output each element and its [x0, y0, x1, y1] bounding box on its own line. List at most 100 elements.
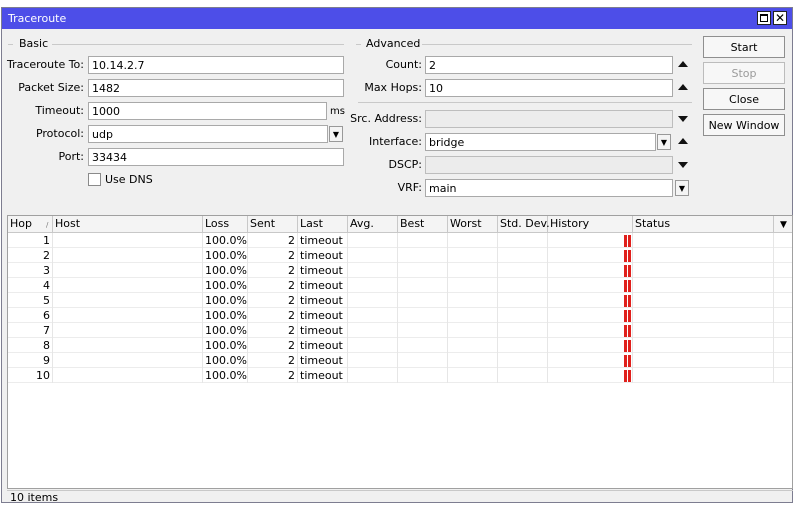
cell-history: [548, 368, 633, 383]
start-button[interactable]: Start: [703, 36, 785, 58]
stop-button[interactable]: Stop: [703, 62, 785, 84]
table-row[interactable]: 3 100.0% 2 timeout: [8, 263, 792, 278]
column-header-label: Status: [635, 217, 671, 230]
column-header-label: Host: [55, 217, 81, 230]
vrf-select[interactable]: main: [425, 179, 673, 197]
cell-hop: 3: [8, 263, 53, 278]
max-hops-collapse-icon[interactable]: [678, 84, 688, 90]
column-header-worst[interactable]: Worst: [448, 216, 498, 232]
dropdown-arrow-icon: ▼: [678, 183, 686, 193]
table-row[interactable]: 2 100.0% 2 timeout: [8, 248, 792, 263]
dscp-label: DSCP:: [388, 158, 422, 171]
basic-heading: Basic: [19, 37, 49, 50]
dscp-expand-icon[interactable]: [678, 162, 688, 168]
basic-divider-right: [52, 44, 344, 45]
cell-last: timeout: [298, 263, 348, 278]
cell-loss: 100.0%: [205, 278, 248, 293]
cell-best: [398, 368, 448, 383]
table-row[interactable]: 4 100.0% 2 timeout: [8, 278, 792, 293]
close-button[interactable]: Close: [703, 88, 785, 110]
table-row[interactable]: 9 100.0% 2 timeout: [8, 353, 792, 368]
cell-last: timeout: [298, 338, 348, 353]
cell-history: [548, 263, 633, 278]
table-row[interactable]: 10 100.0% 2 timeout: [8, 368, 792, 383]
advanced-separator: [358, 102, 692, 103]
column-header-avg[interactable]: Avg.: [348, 216, 398, 232]
cell-loss: 100.0%: [205, 293, 248, 308]
advanced-divider-left: [356, 44, 361, 45]
column-header-label: Std. Dev.: [500, 217, 550, 230]
column-header-history[interactable]: History: [548, 216, 633, 232]
column-menu-icon: ▼: [780, 220, 787, 230]
column-header-last[interactable]: Last: [298, 216, 348, 232]
src-address-input[interactable]: [425, 110, 673, 128]
cell-host: [53, 338, 203, 353]
column-header-hop[interactable]: Hop /: [8, 216, 53, 232]
count-input[interactable]: 2: [425, 56, 673, 74]
column-header-loss[interactable]: Loss: [203, 216, 248, 232]
protocol-select[interactable]: udp: [88, 125, 328, 143]
use-dns-checkbox[interactable]: [88, 173, 101, 186]
cell-host: [53, 353, 203, 368]
cell-status: [633, 338, 774, 353]
cell-std-dev: [498, 233, 548, 248]
history-loss-bar: [624, 310, 627, 322]
cell-last: timeout: [298, 233, 348, 248]
cell-worst: [448, 353, 498, 368]
src-address-expand-icon[interactable]: [678, 116, 688, 122]
vrf-dropdown-button[interactable]: ▼: [675, 180, 689, 196]
close-window-button[interactable]: ✕: [773, 11, 787, 25]
cell-last: timeout: [298, 293, 348, 308]
history-loss-bar: [628, 355, 631, 367]
cell-status: [633, 248, 774, 263]
dscp-input[interactable]: [425, 156, 673, 174]
cell-loss: 100.0%: [205, 323, 248, 338]
src-address-label: Src. Address:: [350, 112, 422, 125]
cell-std-dev: [498, 338, 548, 353]
new-window-button[interactable]: New Window: [703, 114, 785, 136]
column-header-best[interactable]: Best: [398, 216, 448, 232]
cell-status: [633, 263, 774, 278]
column-header-std-dev[interactable]: Std. Dev.: [498, 216, 550, 232]
column-header-host[interactable]: Host: [53, 216, 203, 232]
interface-select[interactable]: bridge: [425, 133, 656, 151]
window-title: Traceroute: [8, 12, 67, 25]
cell-status: [633, 323, 774, 338]
packet-size-input[interactable]: 1482: [88, 79, 344, 97]
protocol-dropdown-button[interactable]: ▼: [329, 126, 343, 142]
table-row[interactable]: 7 100.0% 2 timeout: [8, 323, 792, 338]
history-loss-bar: [628, 235, 631, 247]
column-menu-button[interactable]: ▼: [774, 216, 792, 232]
title-bar[interactable]: Traceroute ✕: [2, 8, 792, 29]
traceroute-window: Traceroute ✕ Basic Traceroute To: 10.14.…: [1, 7, 793, 504]
cell-std-dev: [498, 293, 548, 308]
history-loss-bar: [624, 370, 627, 382]
table-row[interactable]: 5 100.0% 2 timeout: [8, 293, 792, 308]
cell-worst: [448, 278, 498, 293]
results-table: Hop / Host Loss Sent Last Avg. Best Worst Std. De…: [7, 215, 793, 489]
column-header-status[interactable]: Status: [633, 216, 774, 232]
cell-history: [548, 353, 633, 368]
table-row[interactable]: 8 100.0% 2 timeout: [8, 338, 792, 353]
count-collapse-icon[interactable]: [678, 61, 688, 67]
port-input[interactable]: 33434: [88, 148, 344, 166]
cell-avg: [348, 353, 398, 368]
traceroute-to-input[interactable]: 10.14.2.7: [88, 56, 344, 74]
cell-status: [633, 278, 774, 293]
cell-best: [398, 278, 448, 293]
table-row[interactable]: 1 100.0% 2 timeout: [8, 233, 792, 248]
table-row[interactable]: 6 100.0% 2 timeout: [8, 308, 792, 323]
max-hops-input[interactable]: 10: [425, 79, 673, 97]
column-header-sent[interactable]: Sent: [248, 216, 298, 232]
interface-dropdown-button[interactable]: ▼: [657, 134, 671, 150]
cell-history: [548, 323, 633, 338]
timeout-input[interactable]: 1000: [88, 102, 327, 120]
cell-sent: 2: [248, 293, 298, 308]
column-header-label: Worst: [450, 217, 482, 230]
cell-loss: 100.0%: [205, 338, 248, 353]
interface-collapse-icon[interactable]: [678, 138, 688, 144]
cell-sent: 2: [248, 308, 298, 323]
maximize-button[interactable]: [757, 11, 771, 25]
history-loss-bar: [624, 280, 627, 292]
cell-sent: 2: [248, 338, 298, 353]
